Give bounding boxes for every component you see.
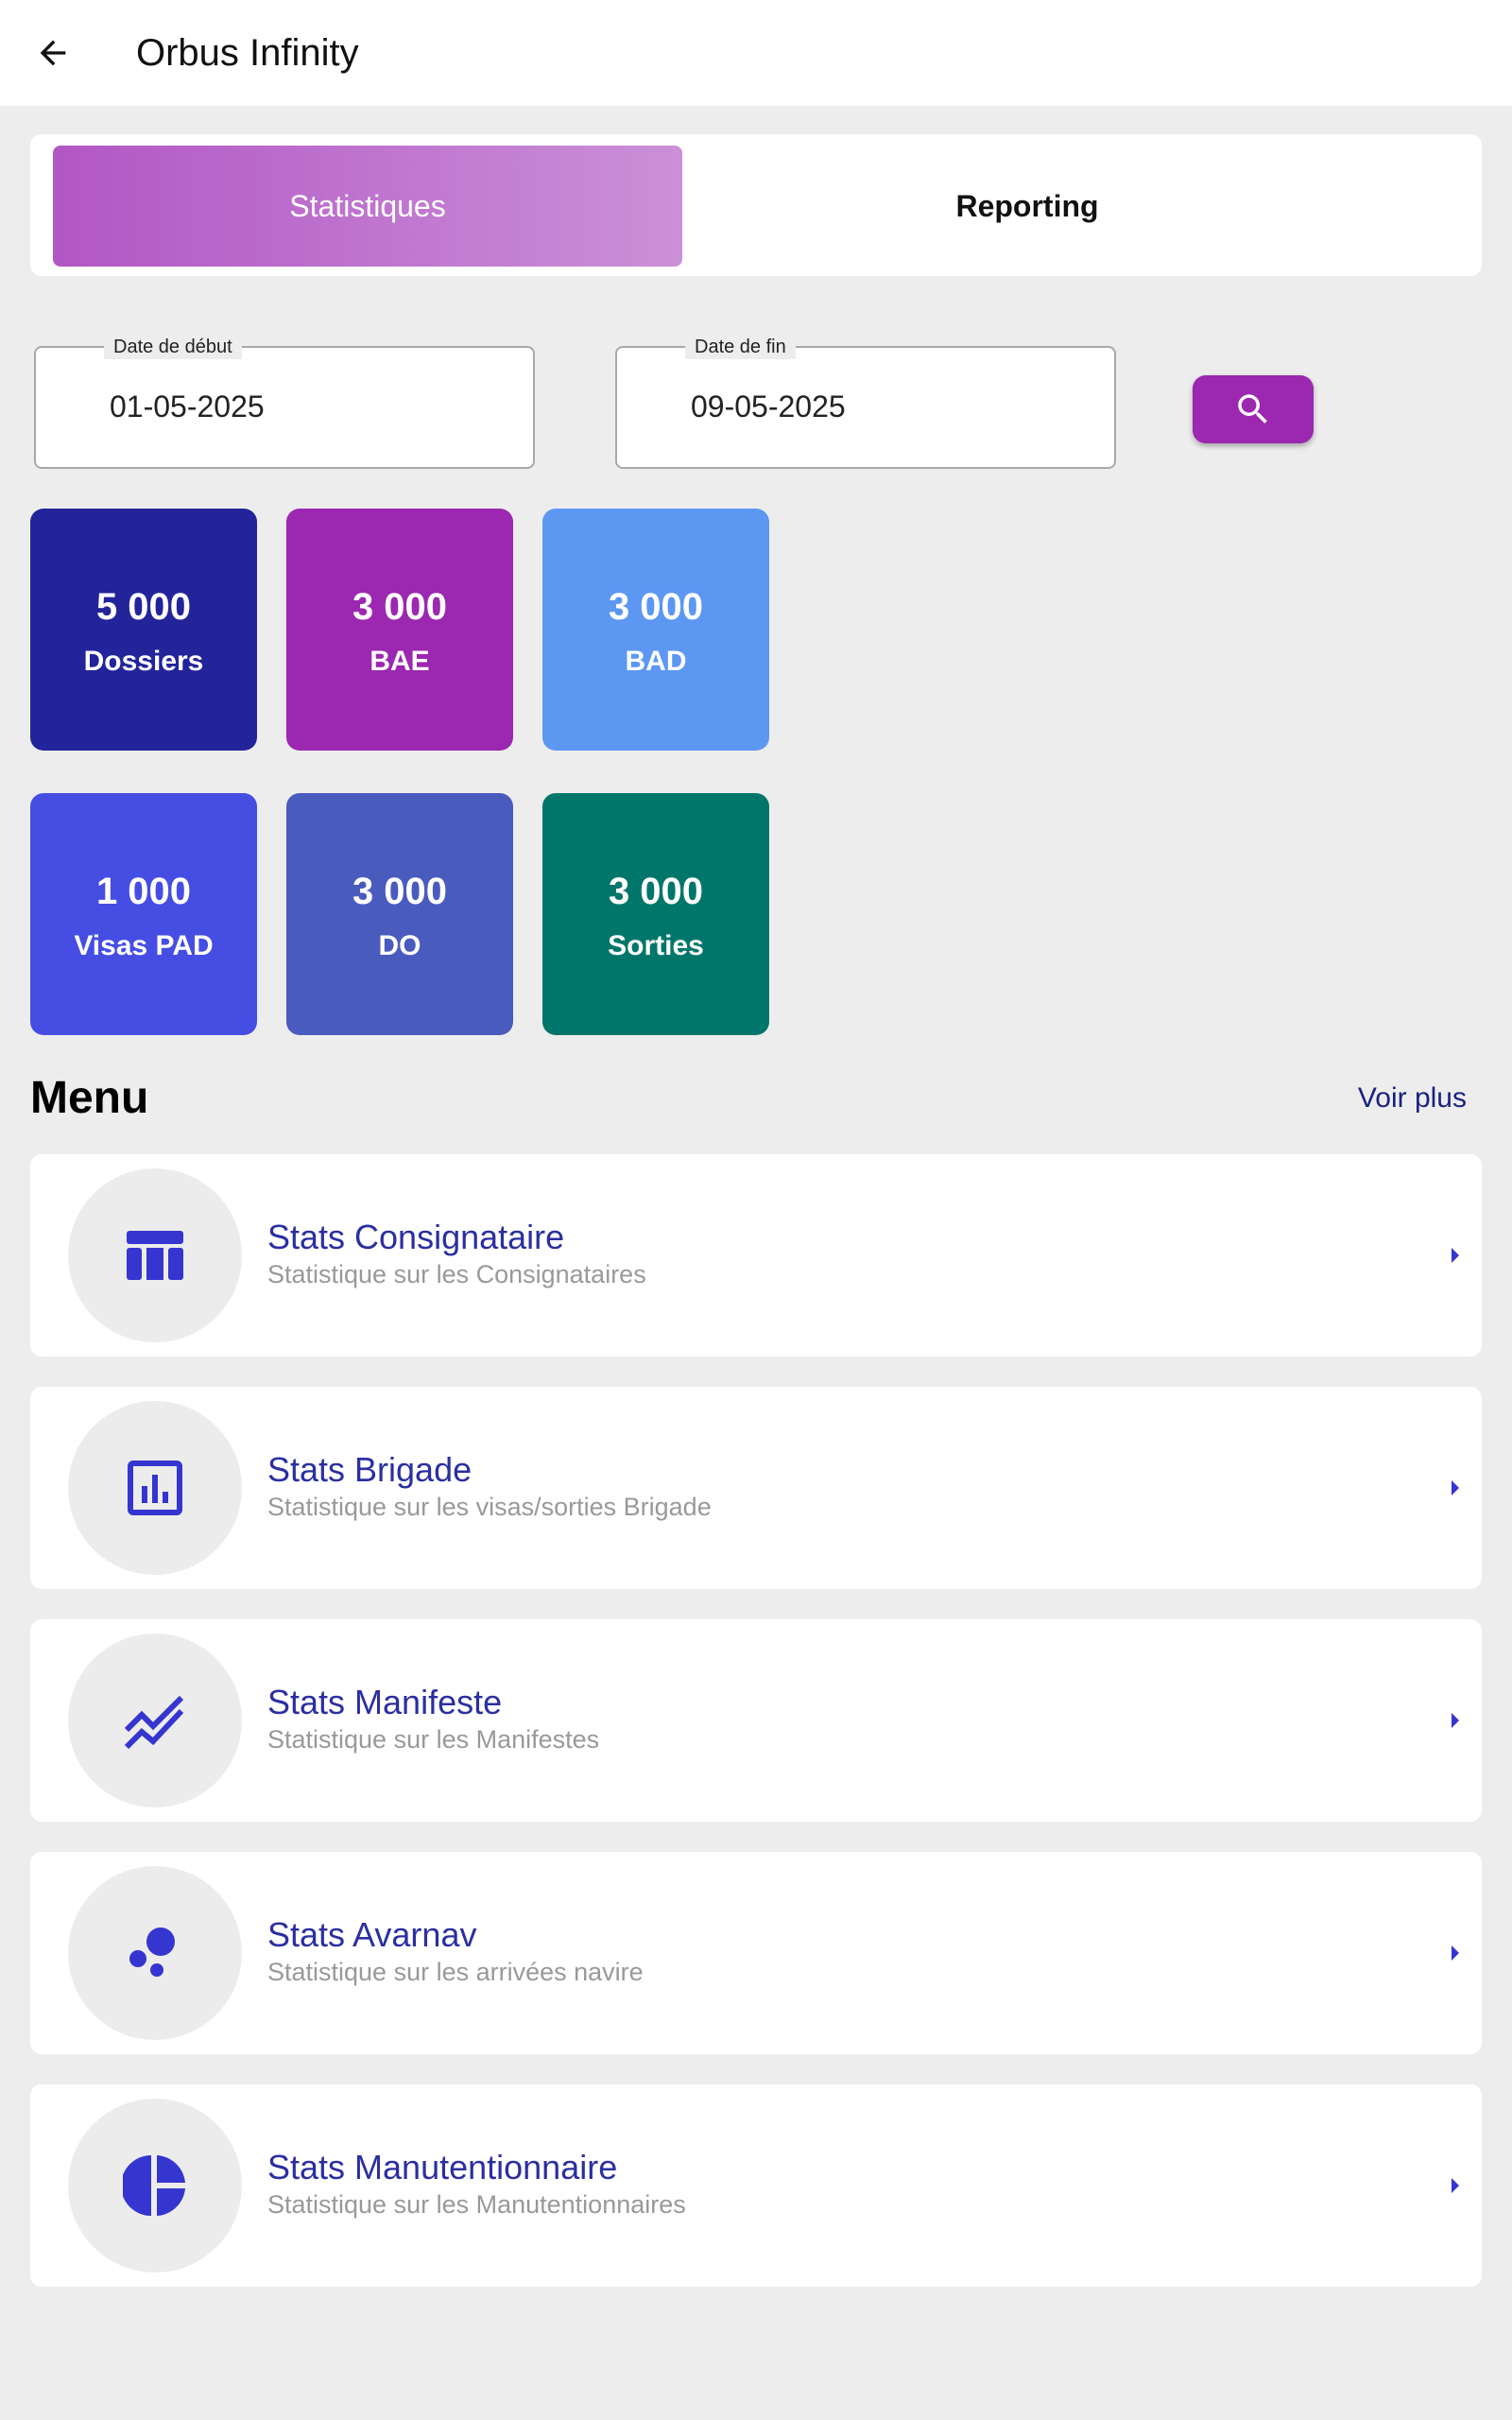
stat-card-visas-pad[interactable]: 1 000 Visas PAD bbox=[30, 793, 257, 1035]
back-button[interactable] bbox=[23, 23, 83, 83]
menu-item-stats-manifeste[interactable]: Stats Manifeste Statistique sur les Mani… bbox=[30, 1619, 1482, 1822]
tab-reporting[interactable]: Reporting bbox=[713, 146, 1342, 267]
menu-item-subtitle: Statistique sur les visas/sorties Brigad… bbox=[267, 1493, 712, 1521]
menu-item-stats-brigade[interactable]: Stats Brigade Statistique sur les visas/… bbox=[30, 1387, 1482, 1589]
chevron-right-icon bbox=[1444, 1242, 1467, 1269]
stat-value: 3 000 bbox=[352, 871, 448, 912]
stat-value: 3 000 bbox=[608, 586, 704, 628]
menu-icon-circle bbox=[68, 1168, 242, 1342]
table-icon bbox=[127, 1231, 183, 1280]
menu-item-title: Stats Manifeste bbox=[267, 1683, 503, 1721]
bubble-chart-icon bbox=[129, 1927, 175, 1977]
menu-icon-circle bbox=[68, 1401, 242, 1575]
stat-card-dossiers[interactable]: 5 000 Dossiers bbox=[30, 509, 257, 751]
menu-item-title: Stats Consignataire bbox=[267, 1218, 565, 1256]
stat-card-bad[interactable]: 3 000 BAD bbox=[542, 509, 769, 751]
chevron-right-icon bbox=[1444, 1940, 1467, 1966]
stat-value: 3 000 bbox=[352, 586, 448, 628]
start-date-value: 01-05-2025 bbox=[110, 389, 265, 424]
end-date-value: 09-05-2025 bbox=[691, 389, 846, 424]
menu-item-subtitle: Statistique sur les Manifestes bbox=[267, 1725, 600, 1754]
app-title: Orbus Infinity bbox=[136, 32, 359, 74]
stat-value: 5 000 bbox=[95, 586, 192, 628]
stat-label: Visas PAD bbox=[74, 930, 214, 961]
chevron-right-icon bbox=[1444, 1475, 1467, 1501]
menu-item-subtitle: Statistique sur les arrivées navire bbox=[267, 1958, 644, 1986]
menu-item-subtitle: Statistique sur les Manutentionnaires bbox=[267, 2190, 686, 2219]
menu-item-stats-consignataire[interactable]: Stats Consignataire Statistique sur les … bbox=[30, 1154, 1482, 1357]
stat-value: 1 000 bbox=[95, 871, 192, 912]
menu-item-subtitle: Statistique sur les Consignataires bbox=[267, 1260, 646, 1288]
stat-label: Dossiers bbox=[83, 646, 204, 677]
menu-heading: Menu bbox=[30, 1073, 149, 1123]
stat-value: 3 000 bbox=[608, 871, 704, 912]
menu-item-title: Stats Manutentionnaire bbox=[267, 2148, 618, 2187]
app-bar: Orbus Infinity bbox=[0, 0, 1512, 106]
stat-label: BAE bbox=[369, 646, 430, 677]
stat-label: Sorties bbox=[608, 930, 704, 961]
chevron-right-icon bbox=[1444, 1707, 1467, 1734]
menu-icon-circle bbox=[68, 2099, 242, 2273]
menu-item-stats-avarnav[interactable]: Stats Avarnav Statistique sur les arrivé… bbox=[30, 1852, 1482, 2054]
search-icon bbox=[1238, 394, 1267, 424]
chevron-right-icon bbox=[1444, 2172, 1467, 2199]
start-date-label: Date de début bbox=[104, 335, 242, 359]
menu-icon-circle bbox=[68, 1866, 242, 2040]
tab-bar: Statistiques Reporting bbox=[30, 134, 1482, 276]
start-date-field[interactable]: Date de début 01-05-2025 bbox=[34, 335, 535, 469]
stat-card-bae[interactable]: 3 000 BAE bbox=[286, 509, 513, 751]
stat-card-do[interactable]: 3 000 DO bbox=[286, 793, 513, 1035]
end-date-label: Date de fin bbox=[685, 335, 796, 359]
stat-card-sorties[interactable]: 3 000 Sorties bbox=[542, 793, 769, 1035]
tab-statistiques[interactable]: Statistiques bbox=[53, 146, 682, 267]
stat-label: BAD bbox=[625, 646, 687, 677]
arrow-left-icon bbox=[40, 40, 66, 66]
pie-chart-icon bbox=[123, 2155, 185, 2216]
menu-item-title: Stats Avarnav bbox=[267, 1915, 477, 1954]
multiline-chart-icon bbox=[124, 1695, 184, 1750]
search-button[interactable] bbox=[1193, 375, 1314, 443]
end-date-field[interactable]: Date de fin 09-05-2025 bbox=[615, 335, 1116, 469]
stat-label: DO bbox=[378, 930, 421, 961]
see-more-link[interactable]: Voir plus bbox=[1358, 1081, 1467, 1115]
bar-chart-icon bbox=[128, 1461, 182, 1515]
menu-item-stats-manutentionnaire[interactable]: Stats Manutentionnaire Statistique sur l… bbox=[30, 2084, 1482, 2287]
menu-item-title: Stats Brigade bbox=[267, 1450, 472, 1489]
menu-icon-circle bbox=[68, 1634, 242, 1807]
